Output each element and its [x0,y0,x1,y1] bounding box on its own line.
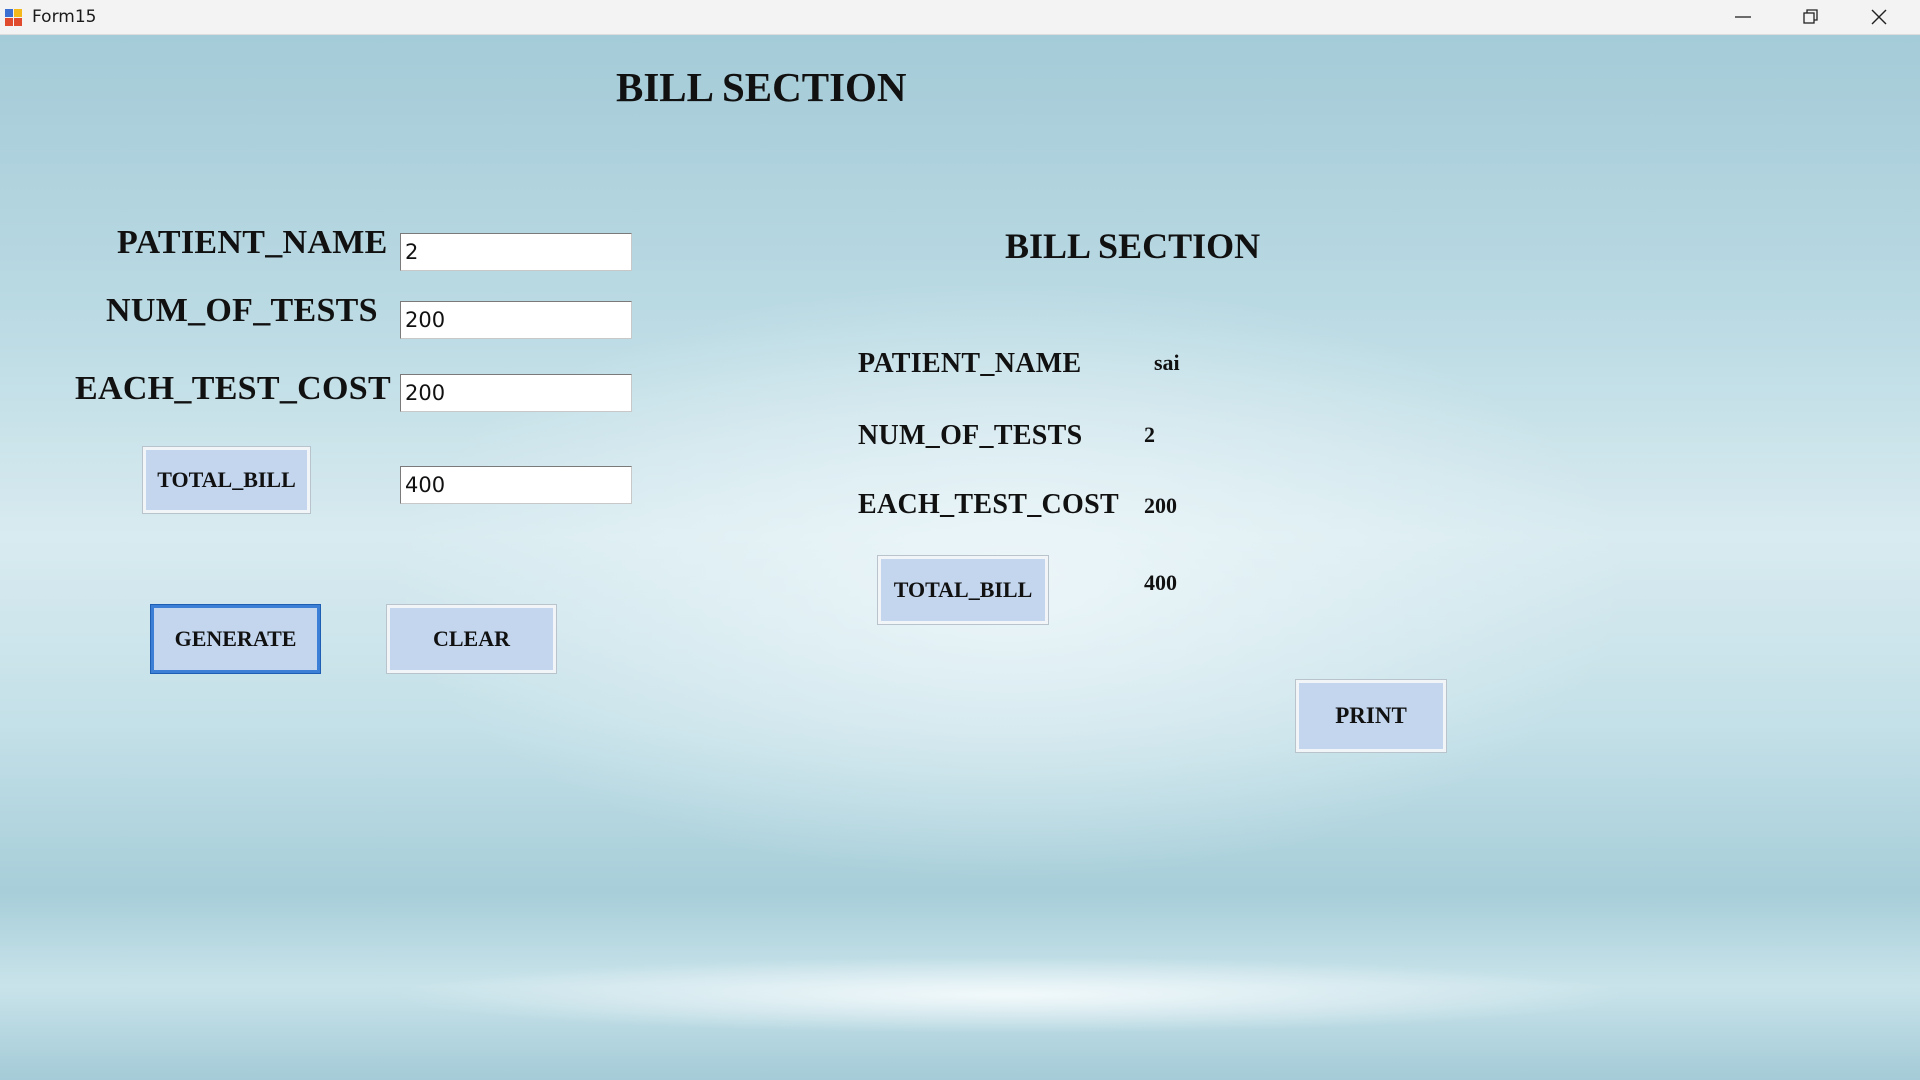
restore-button[interactable] [1778,0,1846,34]
form-client-area: BILL SECTION PATIENT_NAME NUM_OF_TESTS E… [0,35,1920,1080]
generate-button[interactable]: GENERATE [151,605,320,673]
form-window: Form15 BILL SECTION PATIENT_NAME NUM_OF [0,0,1920,1080]
minimize-icon [1735,16,1751,18]
close-button[interactable] [1846,0,1914,34]
bill-each-test-cost-label: EACH_TEST_COST [858,489,1119,520]
bill-total-bill-value: 400 [1144,570,1177,595]
restore-icon [1803,9,1818,24]
close-icon [1871,9,1887,25]
title-bar[interactable]: Form15 [0,0,1920,35]
bill-num-of-tests-label: NUM_OF_TESTS [858,420,1083,451]
total-bill-button[interactable]: TOTAL_BILL [143,447,310,513]
clear-button[interactable]: CLEAR [387,605,556,673]
each-test-cost-label: EACH_TEST_COST [75,370,391,407]
total-bill-input[interactable] [400,466,632,504]
minimize-button[interactable] [1710,0,1778,34]
patient-name-input[interactable] [400,233,632,271]
page-title: BILL SECTION [616,64,907,110]
patient-name-label: PATIENT_NAME [117,224,388,261]
bill-num-of-tests-value: 2 [1144,422,1155,447]
bill-total-bill-button[interactable]: TOTAL_BILL [878,556,1048,624]
bill-each-test-cost-value: 200 [1144,493,1177,518]
print-button[interactable]: PRINT [1296,680,1446,752]
each-test-cost-input[interactable] [400,374,632,412]
bill-patient-name-value: sai [1154,350,1180,375]
num-of-tests-label: NUM_OF_TESTS [106,292,378,329]
bill-section-heading: BILL SECTION [1005,226,1261,266]
window-title: Form15 [32,7,97,27]
bill-patient-name-label: PATIENT_NAME [858,348,1082,379]
num-of-tests-input[interactable] [400,301,632,339]
form-app-icon [5,9,23,27]
